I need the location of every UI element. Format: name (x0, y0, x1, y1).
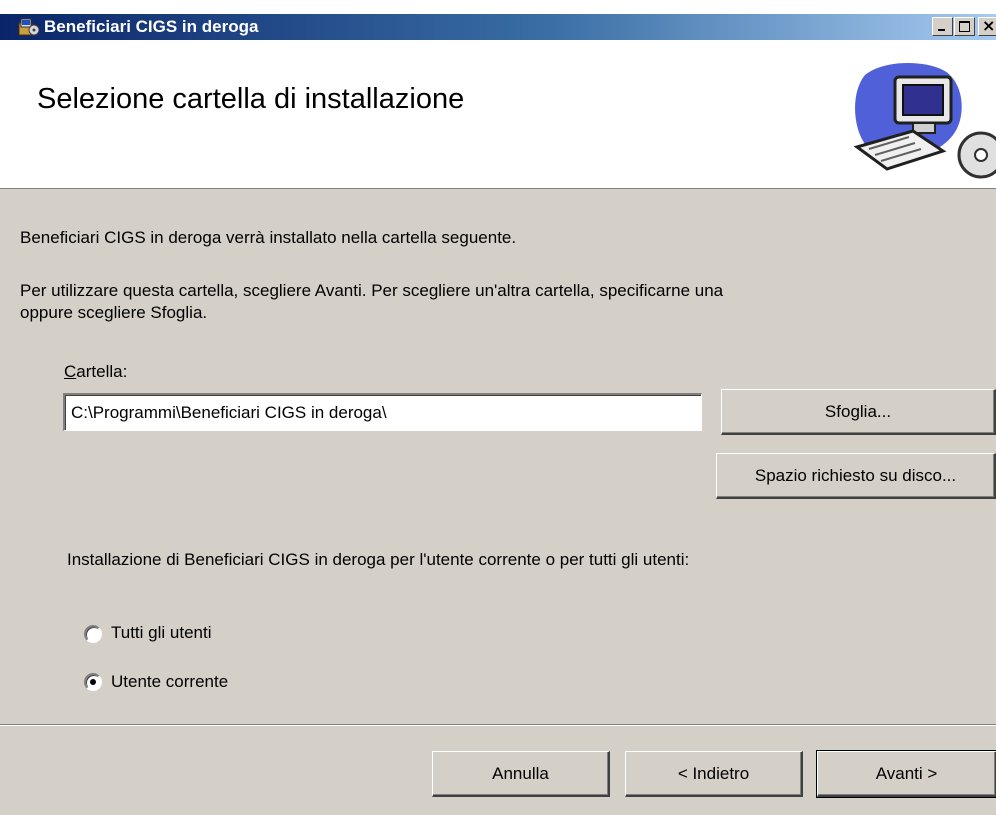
disk-space-button[interactable]: Spazio richiesto su disco... (716, 453, 996, 499)
radio-all-users-label[interactable]: Tutti gli utenti (111, 623, 211, 643)
radio-selected-dot (90, 679, 96, 685)
maximize-icon (959, 21, 970, 32)
window-title: Beneficiari CIGS in deroga (44, 17, 259, 36)
folder-label-text: artella: (76, 362, 128, 381)
close-button[interactable]: × (978, 16, 996, 36)
cancel-button[interactable]: Annulla (432, 751, 610, 797)
install-for-text: Installazione di Beneficiari CIGS in der… (67, 550, 690, 569)
folder-label-mnemonic: C (64, 362, 77, 381)
radio-all-users[interactable] (84, 625, 102, 643)
radio-current-user-label[interactable]: Utente corrente (111, 672, 228, 692)
folder-path-input[interactable] (63, 393, 702, 431)
footer-divider-highlight (0, 725, 996, 726)
title-bar[interactable]: Beneficiari CIGS in deroga × (0, 0, 996, 40)
installer-window: Beneficiari CIGS in deroga × Selezione c… (0, 0, 996, 815)
browse-button[interactable]: Sfoglia... (721, 389, 996, 435)
back-button[interactable]: < Indietro (625, 751, 803, 797)
page-title: Selezione cartella di installazione (37, 83, 465, 115)
instructions-line-1: Per utilizzare questa cartella, sceglier… (20, 281, 724, 300)
instructions-text: Per utilizzare questa cartella, sceglier… (20, 280, 723, 324)
minimize-icon (938, 29, 945, 31)
maximize-button[interactable] (954, 17, 975, 36)
minimize-button[interactable] (932, 17, 953, 36)
computer-with-cd-icon (853, 63, 996, 179)
intro-text: Beneficiari CIGS in deroga verrà install… (20, 228, 517, 247)
instructions-line-2: oppure scegliere Sfoglia. (20, 303, 208, 322)
installer-package-icon (18, 18, 40, 36)
folder-label: Cartella: (64, 362, 127, 382)
close-icon: × (982, 16, 996, 35)
radio-current-user[interactable] (84, 673, 102, 691)
next-button[interactable]: Avanti > (816, 750, 996, 798)
